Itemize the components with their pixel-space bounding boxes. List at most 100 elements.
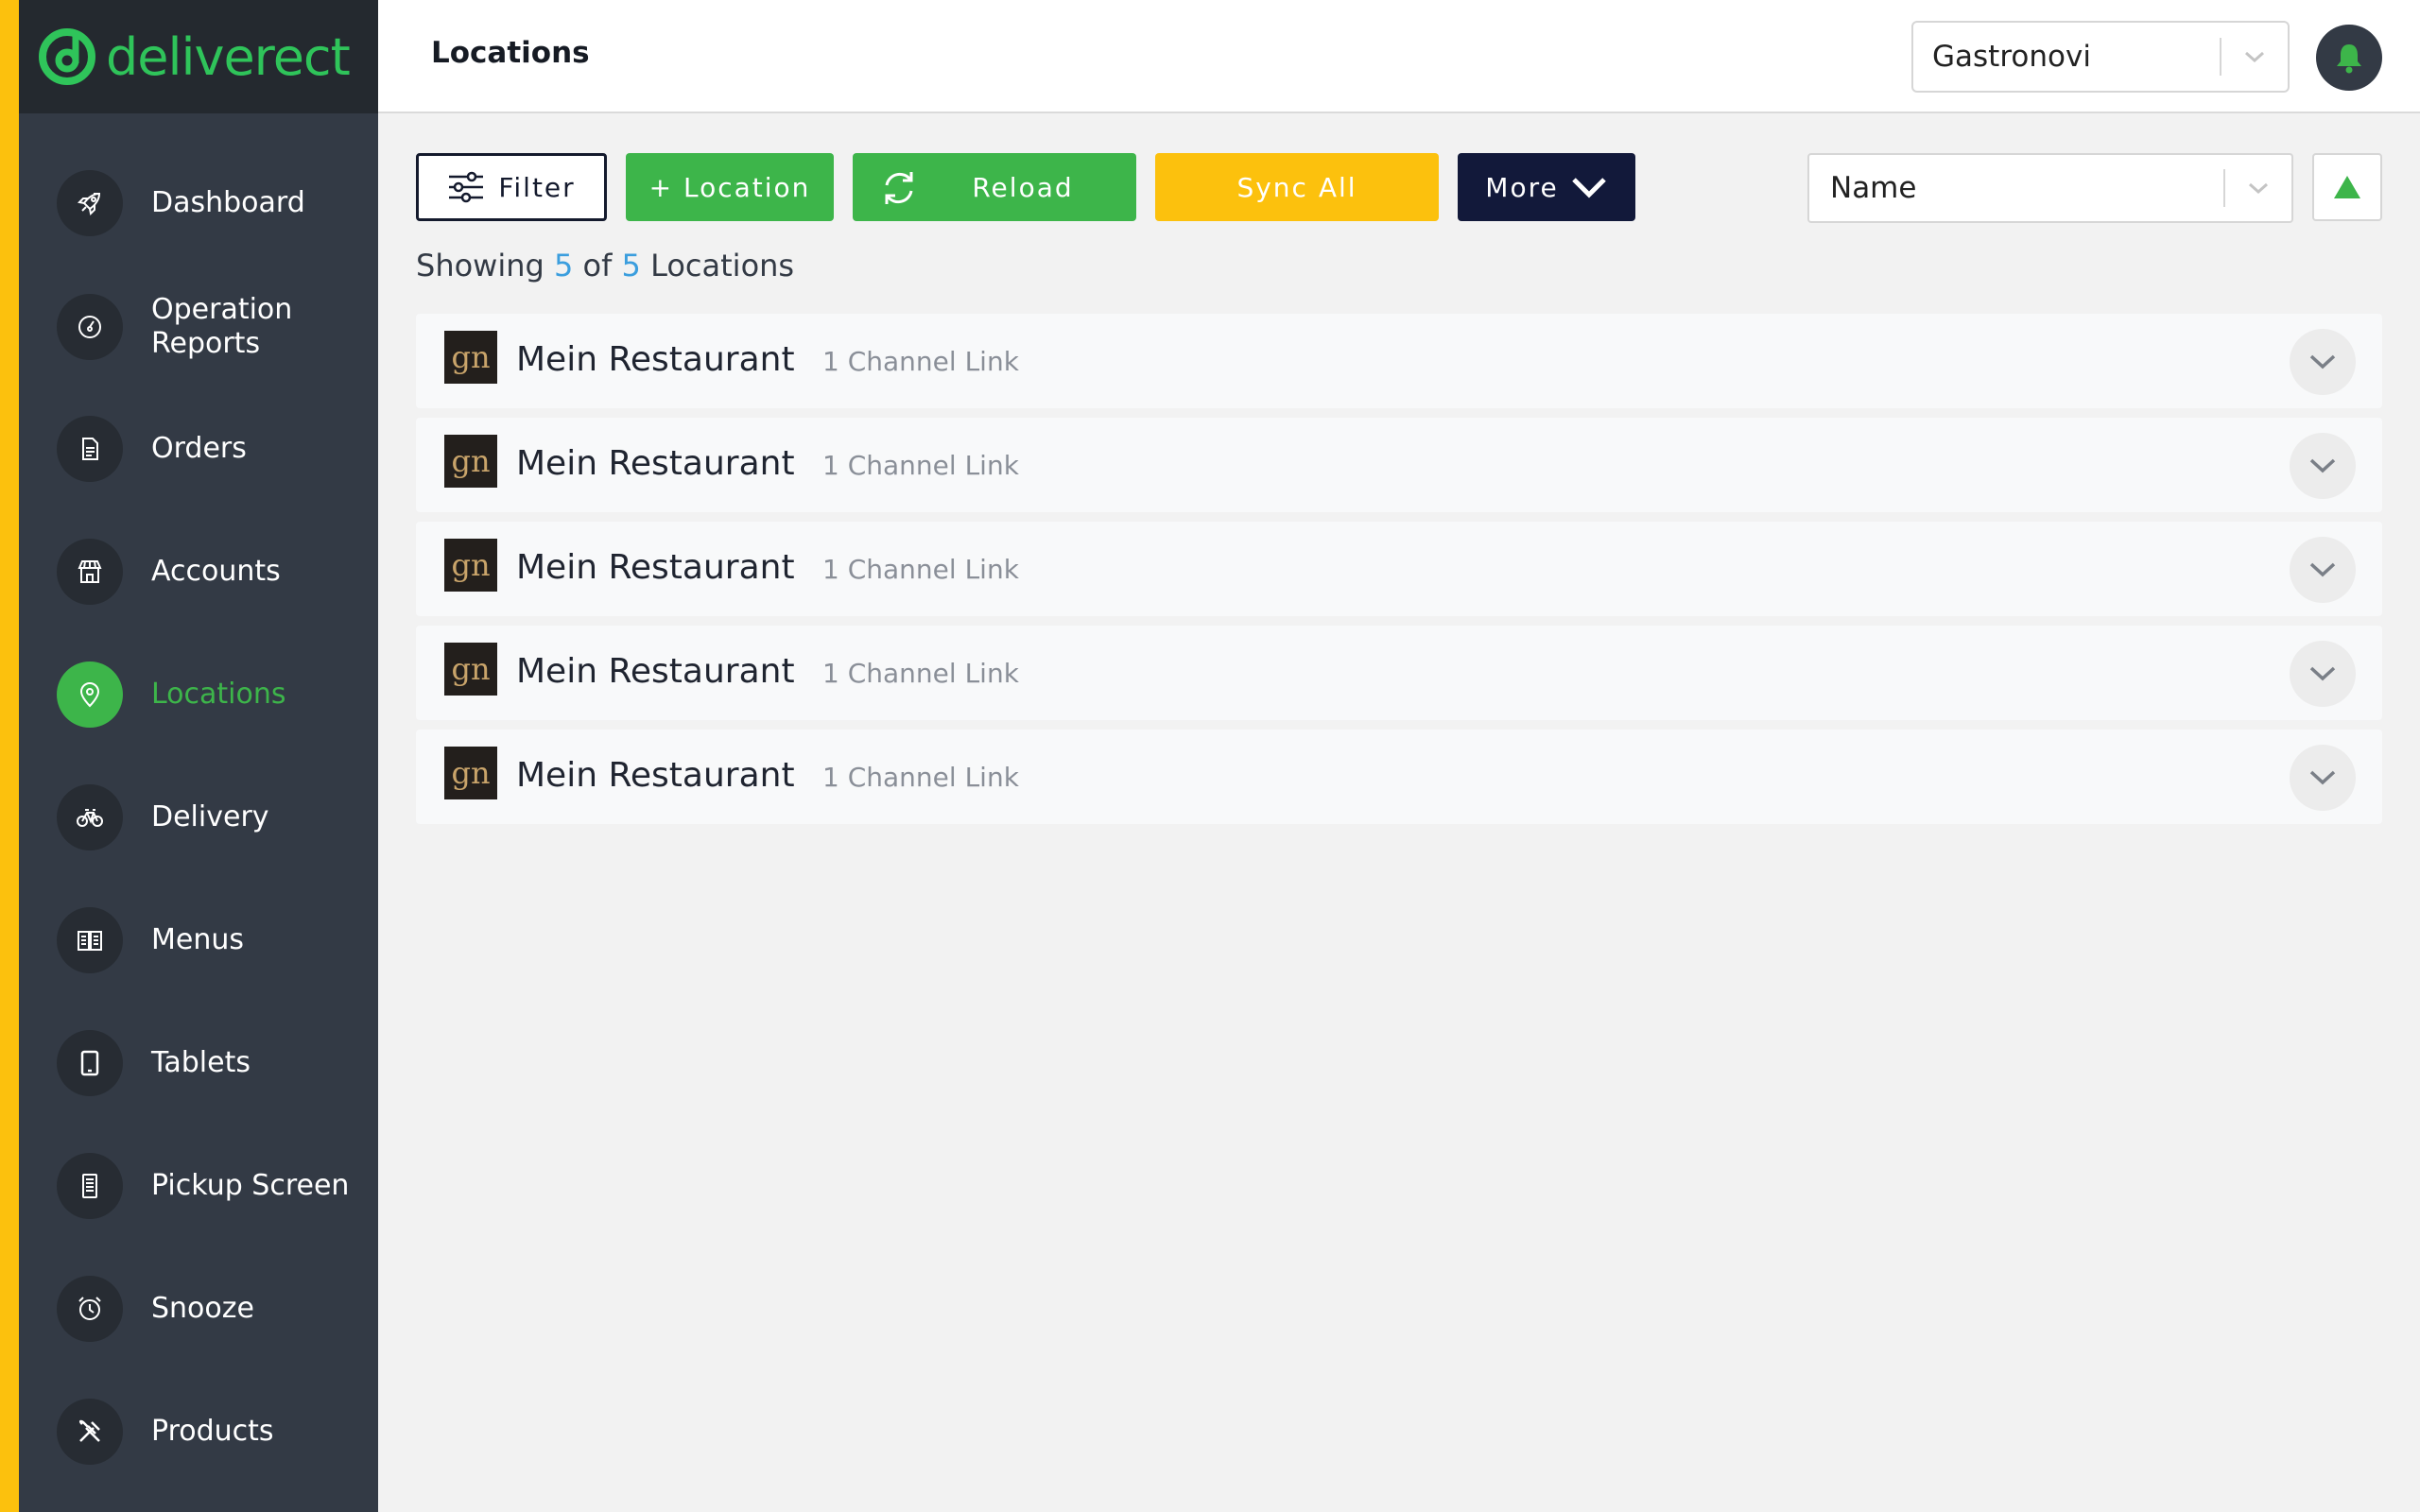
- chevron-down-icon: [2309, 770, 2336, 785]
- channel-link-count: 1 Channel Link: [822, 450, 1019, 481]
- location-list: gn Mein Restaurant 1 Channel Link gn Mei…: [416, 314, 2382, 833]
- count-shown: 5: [554, 248, 574, 284]
- sidebar-item-label: Menus: [151, 923, 244, 956]
- chevron-down-icon: [2309, 562, 2336, 577]
- utensils-icon: [57, 1399, 123, 1465]
- sidebar-item-menus[interactable]: Menus: [57, 907, 369, 973]
- expand-button[interactable]: [2290, 537, 2356, 603]
- sidebar-item-dashboard[interactable]: Dashboard: [57, 170, 369, 236]
- chevron-down-icon: [1571, 178, 1606, 198]
- location-row[interactable]: gn Mein Restaurant 1 Channel Link: [416, 314, 2382, 408]
- channel-link-count: 1 Channel Link: [822, 762, 1019, 793]
- location-row[interactable]: gn Mein Restaurant 1 Channel Link: [416, 730, 2382, 824]
- location-logo: gn: [444, 435, 497, 488]
- gauge-icon: [57, 294, 123, 360]
- accent-strip: [0, 0, 19, 1512]
- count-prefix: Showing: [416, 248, 544, 284]
- alarm-clock-icon: [57, 1276, 123, 1342]
- account-select[interactable]: Gastronovi: [1911, 21, 2290, 93]
- tablet-icon: [57, 1030, 123, 1096]
- sidebar-item-snooze[interactable]: Snooze: [57, 1276, 369, 1342]
- top-header: Locations Gastronovi: [378, 0, 2420, 113]
- location-row[interactable]: gn Mein Restaurant 1 Channel Link: [416, 418, 2382, 512]
- location-logo-text: gn: [451, 339, 491, 375]
- chevron-down-icon[interactable]: [2221, 49, 2288, 64]
- add-location-label: + Location: [648, 171, 811, 203]
- sidebar-item-label: Accounts: [151, 555, 281, 588]
- refresh-icon: [885, 172, 913, 204]
- location-name: Mein Restaurant: [516, 548, 795, 587]
- filter-button[interactable]: Filter: [416, 153, 607, 221]
- expand-button[interactable]: [2290, 641, 2356, 707]
- location-logo-text: gn: [451, 755, 491, 791]
- chevron-down-icon: [2309, 458, 2336, 473]
- sidebar-item-operation-reports[interactable]: Operation Reports: [57, 293, 369, 361]
- add-location-button[interactable]: + Location: [626, 153, 834, 221]
- sort-select[interactable]: Name: [1807, 153, 2293, 223]
- sync-all-button[interactable]: Sync All: [1155, 153, 1439, 221]
- store-icon: [57, 539, 123, 605]
- receipt-icon: [57, 1153, 123, 1219]
- sidebar-item-orders[interactable]: Orders: [57, 416, 369, 482]
- logo[interactable]: deliverect: [19, 0, 378, 113]
- sidebar-item-accounts[interactable]: Accounts: [57, 539, 369, 605]
- document-icon: [57, 416, 123, 482]
- location-logo-text: gn: [451, 651, 491, 687]
- count-of: of: [582, 248, 613, 284]
- results-count: Showing 5 of 5 Locations: [416, 248, 794, 284]
- location-logo: gn: [444, 331, 497, 384]
- triangle-up-icon: [2334, 176, 2360, 198]
- location-pin-icon: [57, 662, 123, 728]
- sidebar-item-label: Locations: [151, 678, 286, 711]
- reload-button[interactable]: Reload: [853, 153, 1136, 221]
- channel-link-count: 1 Channel Link: [822, 346, 1019, 377]
- chevron-down-icon[interactable]: [2225, 180, 2291, 196]
- location-name: Mein Restaurant: [516, 444, 795, 483]
- notifications-button[interactable]: [2316, 25, 2382, 91]
- chevron-down-icon: [2309, 666, 2336, 681]
- bicycle-icon: [57, 784, 123, 850]
- deliverect-logo-icon: [38, 27, 96, 86]
- sidebar: deliverect Dashboard Operation Reports O…: [19, 0, 378, 1512]
- location-logo: gn: [444, 643, 497, 696]
- location-logo-text: gn: [451, 547, 491, 583]
- sidebar-item-label: Pickup Screen: [151, 1169, 350, 1202]
- count-suffix: Locations: [650, 248, 795, 284]
- filter-label: Filter: [498, 171, 576, 203]
- sidebar-item-locations[interactable]: Locations: [57, 662, 369, 728]
- account-select-value: Gastronovi: [1932, 40, 2091, 74]
- location-row[interactable]: gn Mein Restaurant 1 Channel Link: [416, 626, 2382, 720]
- sidebar-item-products[interactable]: Products: [57, 1399, 369, 1465]
- page-title: Locations: [431, 36, 590, 70]
- expand-button[interactable]: [2290, 329, 2356, 395]
- bell-icon: [2337, 44, 2361, 74]
- rocket-icon: [57, 170, 123, 236]
- channel-link-count: 1 Channel Link: [822, 554, 1019, 585]
- location-logo: gn: [444, 539, 497, 592]
- sort-select-value: Name: [1830, 171, 1917, 205]
- sidebar-item-label: Tablets: [151, 1046, 251, 1079]
- reload-label: Reload: [972, 171, 1074, 203]
- sidebar-item-label: Products: [151, 1415, 274, 1448]
- sidebar-item-label: Operation Reports: [151, 293, 293, 360]
- more-label: More: [1485, 171, 1559, 203]
- logo-text: deliverect: [106, 26, 351, 87]
- sidebar-item-label: Delivery: [151, 800, 269, 833]
- location-name: Mein Restaurant: [516, 652, 795, 691]
- location-name: Mein Restaurant: [516, 756, 795, 795]
- sidebar-item-tablets[interactable]: Tablets: [57, 1030, 369, 1096]
- sort-direction-button[interactable]: [2312, 153, 2382, 221]
- expand-button[interactable]: [2290, 745, 2356, 811]
- sidebar-item-pickup-screen[interactable]: Pickup Screen: [57, 1153, 369, 1219]
- expand-button[interactable]: [2290, 433, 2356, 499]
- sliders-icon: [449, 171, 484, 203]
- count-total: 5: [621, 248, 641, 284]
- sidebar-item-delivery[interactable]: Delivery: [57, 784, 369, 850]
- more-button[interactable]: More: [1458, 153, 1635, 221]
- channel-link-count: 1 Channel Link: [822, 658, 1019, 689]
- sync-all-label: Sync All: [1236, 171, 1357, 203]
- location-row[interactable]: gn Mein Restaurant 1 Channel Link: [416, 522, 2382, 616]
- location-name: Mein Restaurant: [516, 340, 795, 379]
- sidebar-item-label: Snooze: [151, 1292, 254, 1325]
- chevron-down-icon: [2309, 354, 2336, 369]
